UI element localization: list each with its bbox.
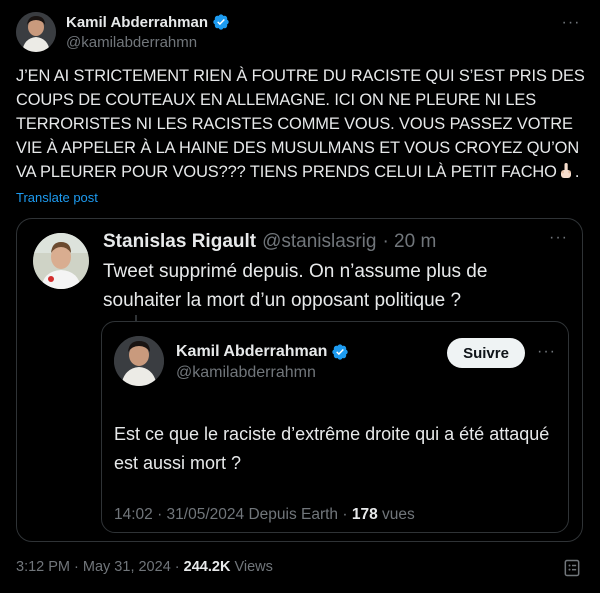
tweet-text-end: . [574,163,580,181]
follow-button[interactable]: Suivre [447,338,525,368]
views-count: 244.2K [183,559,231,575]
tweet-text: J’EN AI STRICTEMENT RIEN À FOUTRE DU RAC… [16,64,588,184]
verified-badge-icon [332,344,349,360]
meta-separator: · [70,559,83,575]
author-handle[interactable]: @kamilabderrahmn [66,34,197,51]
tweet: Kamil Abderrahman @kamilabderrahmn ··· J… [0,0,600,593]
bookmark-icon[interactable] [562,558,582,578]
verified-badge-icon [213,14,229,30]
quoted-header: Stanislas Rigault @stanislasrig · 20 m [103,231,436,253]
embedded-views-label: vues [377,506,415,523]
quoted-author-avatar[interactable] [33,233,89,289]
embedded-tweet[interactable]: Kamil Abderrahman @kamilabderrahmn Suivr… [101,321,569,533]
tweet-date[interactable]: May 31, 2024 [83,559,171,575]
embedded-author-avatar[interactable] [114,336,164,386]
quoted-tweet[interactable]: Stanislas Rigault @stanislasrig · 20 m ·… [16,218,583,542]
embedded-text: Est ce que le raciste d’extrême droite q… [114,424,550,473]
tweet-time[interactable]: 3:12 PM [16,559,70,575]
embedded-views-count: 178 [351,506,378,523]
quoted-author-handle[interactable]: @stanislasrig [262,231,376,253]
quoted-author-name[interactable]: Stanislas Rigault [103,231,256,253]
embedded-meta-prefix: 14:02 · 31/05/2024 Depuis Earth · [114,506,352,523]
embedded-author-name[interactable]: Kamil Abderrahman [176,343,327,361]
author-name[interactable]: Kamil Abderrahman [66,14,208,31]
embedded-name-row[interactable]: Kamil Abderrahman [176,343,349,361]
meta-separator: · [170,559,184,575]
more-icon[interactable]: ··· [558,10,584,36]
quoted-text: Tweet supprimé depuis. On n’assume plus … [103,261,488,311]
tweet-text-content: J’EN AI STRICTEMENT RIEN À FOUTRE DU RAC… [16,67,585,181]
quoted-age: · 20 m [382,231,437,252]
embedded-meta: 14:02 · 31/05/2024 Depuis Earth · 178 vu… [114,506,415,524]
more-icon[interactable]: ··· [549,229,568,247]
middle-finger-emoji [560,163,571,178]
author-avatar[interactable] [16,12,56,52]
tweet-meta: 3:12 PM · May 31, 2024 · 244.2K Views [16,559,273,575]
translate-post-link[interactable]: Translate post [16,190,98,205]
embedded-author-handle[interactable]: @kamilabderrahmn [176,364,316,382]
author-name-row[interactable]: Kamil Abderrahman [66,13,230,31]
views-label: Views [230,559,273,575]
more-icon[interactable]: ··· [537,343,556,361]
